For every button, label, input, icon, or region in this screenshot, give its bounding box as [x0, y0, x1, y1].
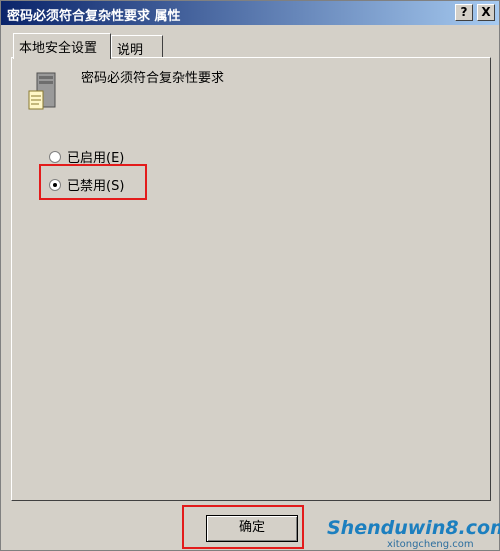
- properties-dialog: 密码必须符合复杂性要求 属性 ? X 本地安全设置 说明 密码必须符合复杂性要求…: [0, 0, 500, 551]
- help-button[interactable]: ?: [455, 4, 473, 21]
- highlight-disabled-option: [39, 164, 147, 200]
- policy-title: 密码必须符合复杂性要求: [81, 71, 225, 86]
- window-title: 密码必须符合复杂性要求 属性: [7, 9, 181, 24]
- title-bar[interactable]: 密码必须符合复杂性要求 属性 ? X: [1, 1, 499, 25]
- tab-local-security-setting[interactable]: 本地安全设置: [13, 33, 111, 59]
- tab-explain[interactable]: 说明: [111, 35, 163, 58]
- highlight-ok-button: [182, 505, 304, 549]
- watermark-logo: Shenduwin8.com: [327, 517, 500, 539]
- watermark-url: xitongcheng.com: [387, 539, 474, 550]
- tab-panel: [11, 57, 491, 501]
- enabled-radio[interactable]: [49, 150, 61, 163]
- server-policy-icon: [28, 72, 56, 110]
- close-button[interactable]: X: [477, 4, 495, 21]
